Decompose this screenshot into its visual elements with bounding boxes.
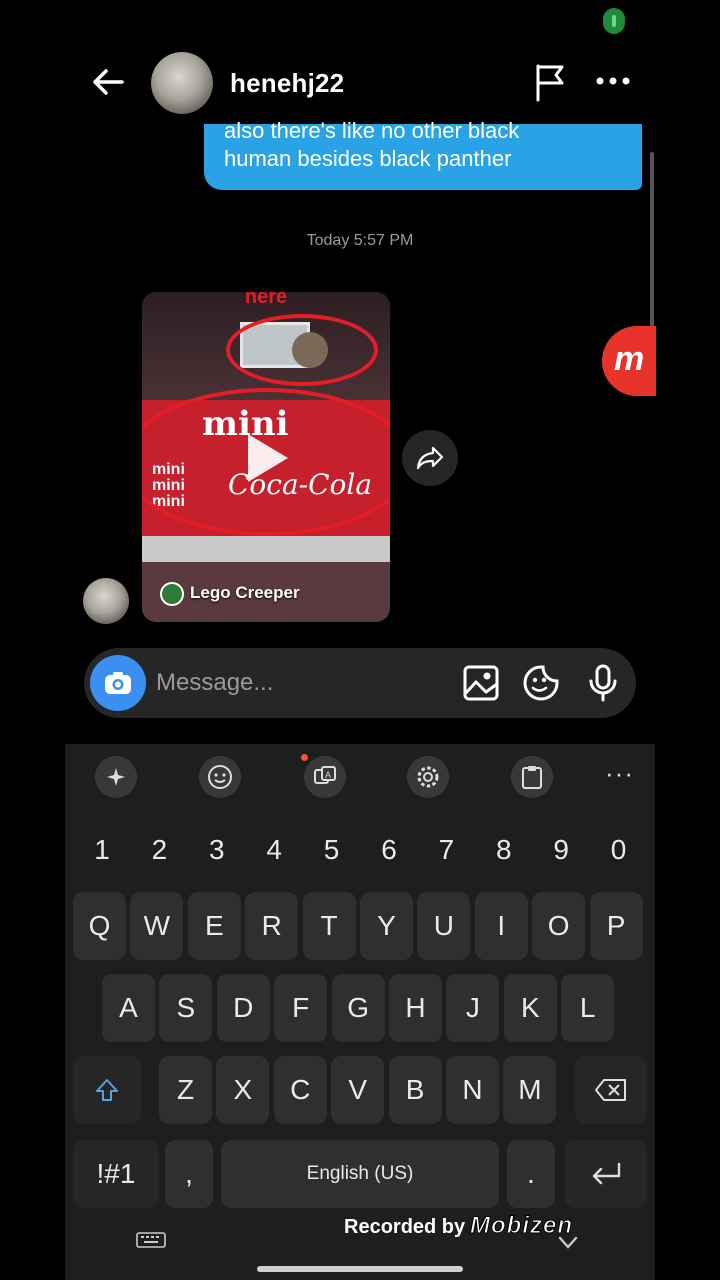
emoji-icon[interactable]: [199, 756, 241, 798]
key-0[interactable]: 0: [590, 816, 648, 884]
key-u[interactable]: U: [417, 892, 471, 960]
camera-button[interactable]: [90, 655, 146, 711]
message-text-line: also there's like no other black: [224, 118, 520, 143]
key-l[interactable]: L: [561, 974, 615, 1042]
reel-author-name[interactable]: Lego Creeper: [190, 583, 300, 603]
key-i[interactable]: I: [474, 892, 528, 960]
avatar[interactable]: [151, 52, 213, 114]
ai-sparkle-icon[interactable]: [95, 756, 137, 798]
key-b[interactable]: B: [388, 1056, 442, 1124]
key-z[interactable]: Z: [159, 1056, 212, 1124]
more-options-icon[interactable]: [594, 66, 632, 96]
enter-key[interactable]: [565, 1140, 647, 1208]
notification-dot: [301, 754, 308, 761]
sender-avatar[interactable]: [83, 578, 129, 624]
sent-message-bubble[interactable]: also there's like no other black human b…: [204, 118, 642, 190]
reel-shelf: [142, 536, 390, 562]
key-p[interactable]: P: [589, 892, 643, 960]
key-k[interactable]: K: [503, 974, 557, 1042]
space-key[interactable]: English (US): [221, 1140, 499, 1208]
key-s[interactable]: S: [159, 974, 213, 1042]
key-w[interactable]: W: [130, 892, 184, 960]
on-screen-keyboard: A ··· 1234567890QWERTYUIOPASDFGHJKLZXCVB…: [65, 744, 655, 1280]
keyboard-hide-icon[interactable]: [136, 1232, 166, 1252]
key-n[interactable]: N: [446, 1056, 499, 1124]
backspace-key[interactable]: [575, 1056, 647, 1124]
key-4[interactable]: 4: [245, 816, 303, 884]
shift-arrow-icon: [96, 1079, 118, 1101]
shared-reel-card[interactable]: here mini mini mini mini Coca-Cola Lego …: [142, 292, 390, 622]
key-6[interactable]: 6: [360, 816, 418, 884]
chat-username[interactable]: henehj22: [230, 68, 344, 99]
camera-icon: [105, 672, 131, 694]
symbols-key[interactable]: !#1: [73, 1140, 159, 1208]
gallery-icon[interactable]: [462, 664, 500, 702]
key-h[interactable]: H: [389, 974, 442, 1042]
home-indicator[interactable]: [257, 1266, 463, 1272]
chat-header: henehj22: [0, 48, 720, 120]
period-key[interactable]: .: [507, 1140, 555, 1208]
reel-author-avatar: [160, 582, 184, 606]
translate-icon[interactable]: A: [304, 756, 346, 798]
reel-overlay-text: here: [244, 292, 288, 308]
key-y[interactable]: Y: [360, 892, 413, 960]
reel-highlight-circle: [226, 314, 378, 386]
back-arrow-icon[interactable]: [88, 62, 128, 102]
message-text-line: human besides black panther: [224, 146, 512, 171]
settings-gear-icon[interactable]: [407, 756, 449, 798]
space-key-label: English (US): [306, 1163, 414, 1184]
microphone-icon[interactable]: [584, 664, 622, 702]
toolbar-more-icon[interactable]: ···: [605, 758, 634, 789]
key-j[interactable]: J: [446, 974, 500, 1042]
key-r[interactable]: R: [245, 892, 299, 960]
key-a[interactable]: A: [102, 974, 155, 1042]
key-m[interactable]: M: [503, 1056, 557, 1124]
key-3[interactable]: 3: [188, 816, 246, 884]
share-button[interactable]: [402, 430, 458, 486]
flag-icon[interactable]: [532, 62, 570, 102]
key-9[interactable]: 9: [532, 816, 590, 884]
key-2[interactable]: 2: [130, 816, 188, 884]
share-arrow-icon: [416, 446, 444, 470]
key-o[interactable]: O: [532, 892, 586, 960]
key-e[interactable]: E: [187, 892, 241, 960]
message-timestamp: Today 5:57 PM: [306, 232, 414, 249]
svg-text:A: A: [325, 770, 331, 780]
key-d[interactable]: D: [216, 974, 270, 1042]
enter-arrow-icon: [592, 1162, 621, 1185]
clipboard-icon[interactable]: [511, 756, 553, 798]
key-t[interactable]: T: [302, 892, 356, 960]
play-icon[interactable]: [248, 434, 288, 482]
mobizen-float-logo: m: [614, 340, 645, 378]
key-g[interactable]: G: [331, 974, 385, 1042]
sticker-icon[interactable]: [522, 664, 560, 702]
key-x[interactable]: X: [216, 1056, 270, 1124]
recorded-by-label: Recorded by: [344, 1216, 466, 1238]
backspace-icon: [595, 1079, 626, 1101]
key-5[interactable]: 5: [303, 816, 361, 884]
message-composer: [84, 648, 636, 718]
key-v[interactable]: V: [331, 1056, 385, 1124]
microphone-active-indicator: [603, 8, 625, 34]
chevron-down-icon[interactable]: [558, 1236, 578, 1250]
key-7[interactable]: 7: [417, 816, 475, 884]
key-8[interactable]: 8: [475, 816, 533, 884]
shift-key[interactable]: [73, 1056, 141, 1124]
comma-key[interactable]: ,: [165, 1140, 213, 1208]
keyboard-toolbar: A ···: [65, 744, 655, 808]
key-c[interactable]: C: [273, 1056, 327, 1124]
key-1[interactable]: 1: [73, 816, 131, 884]
key-f[interactable]: F: [274, 974, 328, 1042]
message-input[interactable]: [156, 666, 436, 700]
mobizen-floating-button[interactable]: m: [602, 326, 656, 396]
key-q[interactable]: Q: [73, 892, 126, 960]
